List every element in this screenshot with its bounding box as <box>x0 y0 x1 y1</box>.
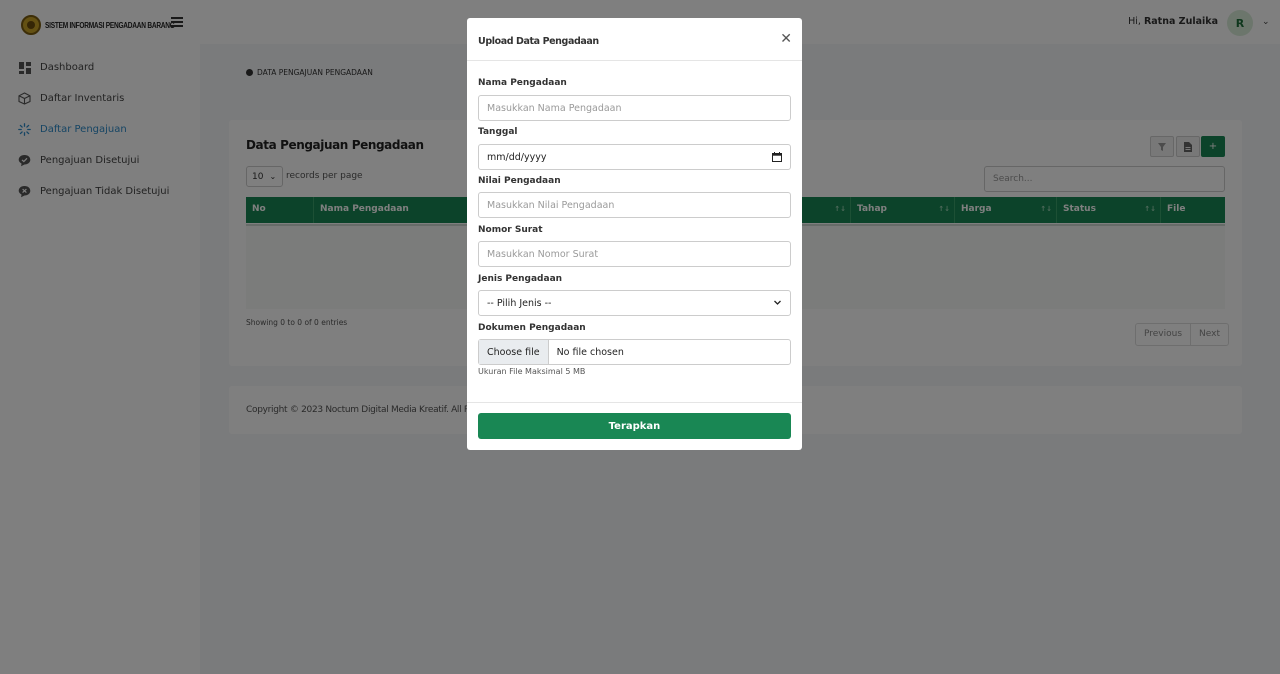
tanggal-label: Tanggal <box>478 127 518 137</box>
nilai-pengadaan-label: Nilai Pengadaan <box>478 176 561 186</box>
nama-pengadaan-label: Nama Pengadaan <box>478 78 567 88</box>
jenis-pengadaan-select[interactable]: -- Pilih Jenis -- <box>478 290 791 316</box>
terapkan-button[interactable]: Terapkan <box>478 413 791 439</box>
close-icon[interactable]: ✕ <box>780 32 792 46</box>
nilai-pengadaan-input[interactable]: Masukkan Nilai Pengadaan <box>478 192 791 218</box>
jenis-value: -- Pilih Jenis -- <box>487 297 552 309</box>
file-status: No file chosen <box>556 346 624 358</box>
nomor-surat-input[interactable]: Masukkan Nomor Surat <box>478 241 791 267</box>
dokumen-file-input[interactable]: Choose file No file chosen <box>478 339 791 365</box>
modal-divider <box>467 402 802 403</box>
nomor-surat-label: Nomor Surat <box>478 225 543 235</box>
choose-file-button[interactable]: Choose file <box>479 340 549 364</box>
calendar-icon[interactable] <box>772 152 782 165</box>
jenis-pengadaan-label: Jenis Pengadaan <box>478 274 563 284</box>
tanggal-input[interactable]: mm/dd/yyyy <box>478 144 791 170</box>
dokumen-pengadaan-label: Dokumen Pengadaan <box>478 323 586 333</box>
modal-title: Upload Data Pengadaan <box>478 36 599 47</box>
chevron-down-icon <box>773 298 782 310</box>
nama-pengadaan-input[interactable]: Masukkan Nama Pengadaan <box>478 95 791 121</box>
tanggal-value: mm/dd/yyyy <box>487 151 547 163</box>
file-size-hint: Ukuran File Maksimal 5 MB <box>478 367 586 376</box>
modal-header: Upload Data Pengadaan ✕ <box>467 18 802 61</box>
